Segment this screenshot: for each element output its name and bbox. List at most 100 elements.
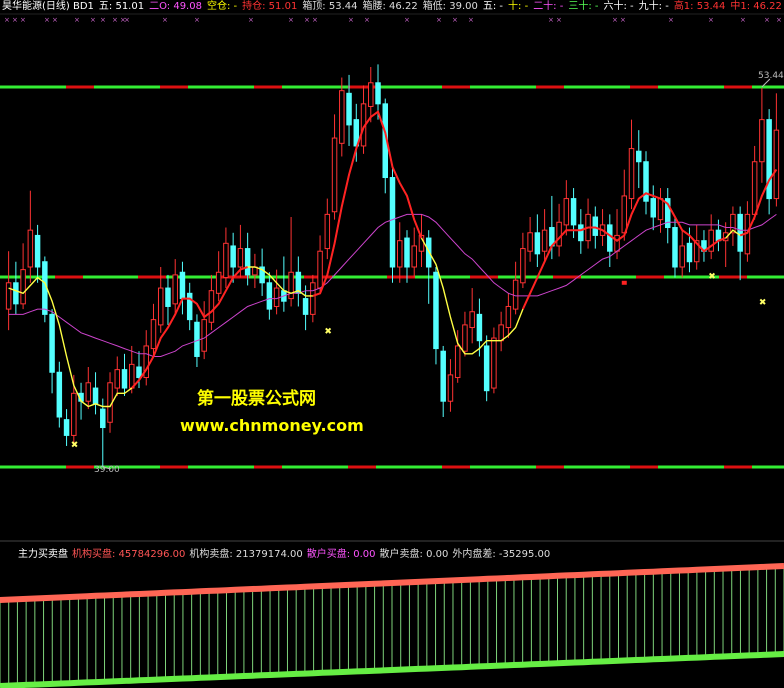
candle-body — [773, 129, 780, 200]
top-x-mark: × — [288, 16, 294, 24]
box-level-0-seg — [282, 85, 348, 89]
box-level-2-seg — [348, 465, 376, 469]
top-x-mark: × — [620, 16, 626, 24]
box-level-0-seg — [752, 85, 784, 89]
candle-body — [92, 387, 99, 405]
candle-body — [759, 119, 765, 163]
top-x-mark: × — [436, 16, 442, 24]
box-level-2-seg — [188, 465, 254, 469]
top-x-mark: × — [74, 16, 80, 24]
box-level-2-seg — [442, 465, 470, 469]
top-x-mark: × — [194, 16, 200, 24]
top-x-mark: × — [776, 16, 782, 24]
candle-body — [534, 232, 541, 255]
top-x-mark: × — [248, 16, 254, 24]
candle-body — [440, 350, 446, 402]
candle-body — [556, 221, 562, 247]
candle-body — [411, 245, 417, 268]
candle-body — [331, 137, 338, 213]
box-level-0-seg — [160, 85, 188, 89]
candle-body — [404, 237, 410, 268]
candle-body — [578, 224, 584, 242]
candle-body — [13, 282, 19, 305]
candle-body — [396, 240, 403, 268]
candle-body — [737, 213, 743, 252]
top-x-mark: × — [304, 16, 310, 24]
box-level-0-seg — [254, 85, 282, 89]
candle-body — [483, 345, 490, 392]
candle-body — [85, 382, 92, 402]
candle-body — [469, 311, 475, 329]
candle-body — [520, 248, 526, 284]
box-level-2-seg — [564, 465, 630, 469]
candle-body — [179, 271, 186, 300]
top-x-marks: × × × × × × × × × ×× × × × × × × × × × × × × × × × × × × × × × — [4, 16, 782, 24]
buy-marker: ✖ — [324, 327, 332, 337]
top-x-mark: × — [452, 16, 458, 24]
candle-body — [324, 213, 331, 250]
box-level-1-seg — [332, 275, 387, 279]
candle-body — [476, 313, 483, 342]
box-level-0-seg — [376, 85, 442, 89]
box-level-2-seg — [66, 465, 94, 469]
top-x-mark: × — [404, 16, 410, 24]
top-x-mark: × — [100, 16, 106, 24]
candle-body — [621, 195, 628, 234]
candle-body — [63, 419, 70, 436]
buy-marker: ✖ — [759, 298, 767, 308]
candle-body — [136, 366, 142, 379]
top-x-mark: × — [312, 16, 318, 24]
top-x-mark: × — [162, 16, 168, 24]
box-level-0-seg — [470, 85, 536, 89]
candle-body — [273, 287, 280, 307]
box-level-2-seg — [630, 465, 658, 469]
box-level-0-seg — [442, 85, 470, 89]
top-x-mark: × — [364, 16, 370, 24]
candle-body — [208, 290, 215, 323]
box-level-0-seg — [630, 85, 658, 89]
box-level-1-seg — [55, 275, 83, 279]
candle-body — [607, 224, 613, 252]
box-level-0-seg — [658, 85, 724, 89]
candle-body — [462, 324, 468, 352]
candle-body — [121, 369, 128, 389]
candle-body — [49, 313, 55, 373]
watermark: 第一股票公式网 www.chnmoney.com — [180, 384, 440, 435]
candle-body — [27, 229, 34, 268]
candle-body — [686, 242, 693, 263]
candle-body — [751, 161, 758, 215]
top-x-mark: × — [548, 16, 554, 24]
hold-segment — [312, 110, 423, 297]
candle-body — [657, 198, 664, 221]
candle-body — [5, 282, 12, 310]
top-x-mark: × — [348, 16, 354, 24]
top-x-mark: × — [612, 16, 618, 24]
top-x-mark: × — [708, 16, 714, 24]
box-level-1-seg — [83, 275, 138, 279]
candle-body — [244, 248, 251, 276]
candle-body — [215, 271, 222, 294]
sub-legend-item-3: 散户买盘: 0.00 — [306, 549, 376, 560]
top-x-mark: × — [124, 16, 130, 24]
candle-body — [375, 82, 381, 105]
sub-indicator — [0, 563, 784, 688]
high-price-value: 53.44 — [758, 71, 784, 81]
candle-body — [34, 234, 41, 268]
box-level-0-seg — [724, 85, 752, 89]
candle-body — [194, 321, 200, 357]
candle-body — [541, 229, 548, 252]
candle-body — [368, 82, 374, 107]
top-x-mark: × — [4, 16, 10, 24]
sub-legend-item-5: 外内盘差: -35295.00 — [452, 549, 551, 560]
candle-body — [310, 282, 316, 315]
candle-body — [114, 369, 121, 389]
candle-body — [592, 216, 599, 236]
top-x-mark: × — [44, 16, 50, 24]
box-level-2-seg — [536, 465, 564, 469]
candle-body — [628, 148, 635, 200]
candle-body — [71, 392, 77, 436]
chart-canvas: ✖ ✖ ✖ ✖ × × × × × × × × × ×× × × × × × × × × × × × × × × × × × × × × × — [0, 13, 784, 688]
box-level-1-seg — [387, 275, 415, 279]
box-level-0-seg — [0, 85, 66, 89]
candle-body — [186, 292, 193, 321]
